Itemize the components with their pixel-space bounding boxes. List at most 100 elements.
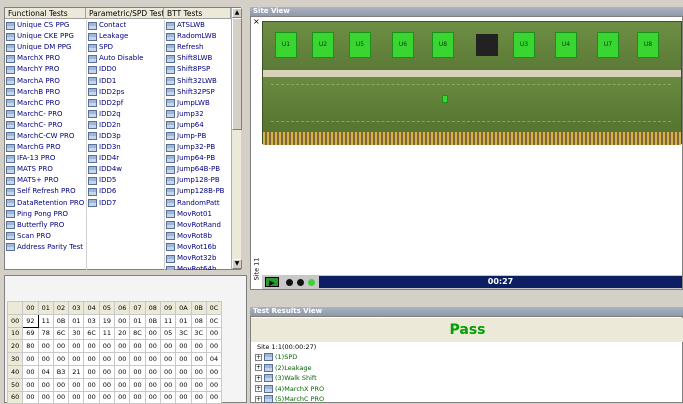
hex-cell[interactable]: 00 <box>68 339 85 354</box>
parametric-test-item[interactable]: IDD2ps <box>87 87 164 98</box>
functional-test-item[interactable]: Unique DM PPG <box>5 42 85 53</box>
hex-cell[interactable]: 00 <box>114 377 131 392</box>
hex-cell[interactable]: 00 <box>144 339 161 354</box>
hex-cell[interactable]: 01 <box>68 313 85 328</box>
btt-test-item[interactable]: MovRot16b <box>165 242 231 253</box>
hex-cell[interactable]: 00 <box>83 339 100 354</box>
hex-cell[interactable]: 00 <box>129 390 146 404</box>
hex-cell[interactable]: 00 <box>22 364 39 379</box>
functional-test-item[interactable]: Address Parity Test <box>5 242 85 253</box>
parametric-test-item[interactable]: Contact <box>87 20 164 31</box>
hex-cell[interactable]: 00 <box>190 352 207 366</box>
hex-cell[interactable]: 69 <box>22 326 39 341</box>
hex-cell[interactable]: 00 <box>114 390 131 404</box>
hex-cell[interactable]: 00 <box>22 352 39 366</box>
hex-cell[interactable]: 00 <box>205 326 223 341</box>
play-button[interactable]: ▶ <box>265 277 279 287</box>
dimm-chip[interactable]: U2 <box>312 32 334 58</box>
expand-icon[interactable]: + <box>255 395 262 403</box>
hex-cell[interactable]: 00 <box>98 352 116 366</box>
hex-cell[interactable]: 00 <box>175 364 192 379</box>
hex-cell[interactable]: 00 <box>175 390 192 404</box>
hex-cell[interactable]: 00 <box>129 339 146 354</box>
btt-test-item[interactable]: Jump64 <box>165 120 231 131</box>
hex-cell[interactable]: 00 <box>52 352 70 366</box>
parametric-test-item[interactable]: IDD7 <box>87 198 164 209</box>
scroll-thumb[interactable] <box>232 18 242 130</box>
test-list-scrollbar[interactable]: ▲ ▼ <box>231 8 242 269</box>
hex-cell[interactable]: 04 <box>205 352 223 366</box>
functional-test-item[interactable]: MarchG PRO <box>5 142 85 153</box>
hex-cell[interactable]: 00 <box>52 377 70 392</box>
functional-test-item[interactable]: Ping Pong PRO <box>5 209 85 220</box>
btt-test-item[interactable]: MovRotRand <box>165 220 231 231</box>
functional-test-item[interactable]: Self Refresh PRO <box>5 186 85 197</box>
dimm-chip[interactable]: U8 <box>432 32 454 58</box>
parametric-tests-header[interactable]: Parametric/SPD Tests <box>86 8 164 19</box>
hex-cell[interactable]: 00 <box>190 390 207 404</box>
hex-cell[interactable]: 00 <box>114 364 131 379</box>
hex-cell[interactable]: 00 <box>52 339 70 354</box>
hex-cell[interactable]: 00 <box>98 339 116 354</box>
hex-cell[interactable]: 00 <box>144 377 161 392</box>
expand-icon[interactable]: + <box>255 385 262 393</box>
parametric-test-item[interactable]: IDD3p <box>87 131 164 142</box>
site-close-icon[interactable]: × <box>253 17 260 26</box>
functional-test-item[interactable]: MarchA PRO <box>5 75 85 86</box>
hex-cell[interactable]: 00 <box>190 377 207 392</box>
btt-test-item[interactable]: Jump32-PB <box>165 142 231 153</box>
scroll-down-button[interactable]: ▼ <box>232 259 242 269</box>
btt-tests-header[interactable]: BTT Tests <box>164 8 231 19</box>
btt-test-item[interactable]: Jump64B-PB <box>165 164 231 175</box>
hex-cell[interactable]: 04 <box>37 364 54 379</box>
parametric-test-item[interactable]: IDD1 <box>87 75 164 86</box>
btt-test-item[interactable]: MovRot01 <box>165 209 231 220</box>
hex-cell[interactable]: 78 <box>37 326 54 341</box>
hex-cell[interactable]: 00 <box>98 390 116 404</box>
result-item[interactable]: + (1)SPD <box>255 352 675 363</box>
parametric-test-item[interactable]: IDD0 <box>87 64 164 75</box>
btt-test-item[interactable]: MovRot64b <box>165 264 231 270</box>
hex-cell[interactable]: 8C <box>129 326 146 341</box>
hex-cell[interactable]: 00 <box>22 377 39 392</box>
hex-cell[interactable]: 00 <box>37 377 54 392</box>
hex-cell[interactable]: 01 <box>175 313 192 328</box>
hex-cell[interactable]: 00 <box>144 390 161 404</box>
functional-test-item[interactable]: Unique CKE PPG <box>5 31 85 42</box>
dimm-chip[interactable]: U6 <box>392 32 414 58</box>
hex-cell[interactable]: 0B <box>52 313 70 328</box>
result-item[interactable]: + (2)Leakage <box>255 363 675 374</box>
hex-cell[interactable]: 00 <box>83 364 100 379</box>
functional-test-item[interactable]: MarchB PRO <box>5 87 85 98</box>
btt-test-item[interactable]: Jump-PB <box>165 131 231 142</box>
hex-cell[interactable]: 00 <box>37 339 54 354</box>
functional-tests-header[interactable]: Functional Tests <box>5 8 86 19</box>
hex-cell[interactable]: 00 <box>22 390 39 404</box>
hex-cell[interactable]: 0B <box>144 313 161 328</box>
dimm-chip[interactable]: U8 <box>637 32 659 58</box>
hex-cell[interactable]: 05 <box>159 326 177 341</box>
hex-cell[interactable]: 00 <box>205 339 223 354</box>
hex-cell[interactable]: 00 <box>159 364 177 379</box>
dimm-chip[interactable]: U4 <box>555 32 577 58</box>
functional-test-item[interactable]: IFA-13 PRO <box>5 153 85 164</box>
hex-cell[interactable]: 00 <box>144 364 161 379</box>
dimm-chip[interactable]: U1 <box>275 32 297 58</box>
hex-cell[interactable]: 00 <box>205 364 223 379</box>
functional-test-item[interactable]: MATS PRO <box>5 164 85 175</box>
parametric-test-item[interactable]: IDD4w <box>87 164 164 175</box>
hex-cell[interactable]: 3C <box>175 326 192 341</box>
btt-test-item[interactable]: Shift32LWB <box>165 75 231 86</box>
dimm-chip[interactable]: U3 <box>513 32 535 58</box>
hex-cell[interactable]: B3 <box>52 364 70 379</box>
parametric-test-item[interactable]: IDD2pf <box>87 98 164 109</box>
hex-cell[interactable]: 00 <box>68 352 85 366</box>
hex-cell[interactable]: 08 <box>190 313 207 328</box>
hex-cell[interactable]: 00 <box>68 377 85 392</box>
parametric-test-item[interactable]: IDD4r <box>87 153 164 164</box>
hex-cell[interactable]: 0C <box>205 313 223 328</box>
hex-cell[interactable]: 00 <box>159 377 177 392</box>
expand-icon[interactable]: + <box>255 374 262 382</box>
scroll-up-button[interactable]: ▲ <box>232 8 242 18</box>
hex-cell[interactable]: 00 <box>144 326 161 341</box>
